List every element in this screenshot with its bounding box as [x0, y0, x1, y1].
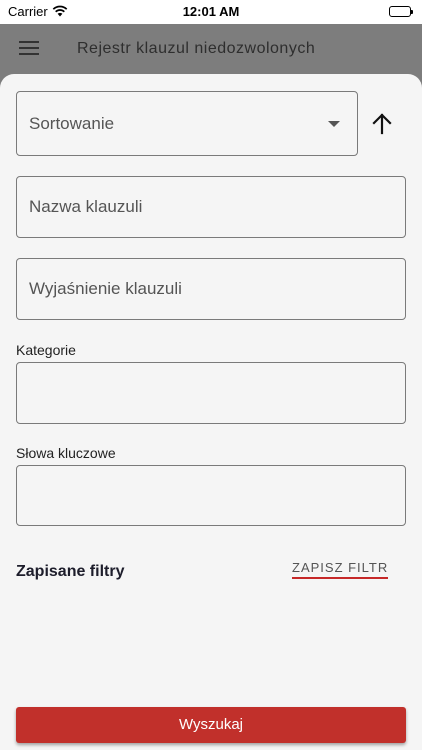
keywords-label: Słowa kluczowe: [16, 445, 116, 461]
hamburger-menu-icon[interactable]: [19, 41, 39, 56]
categories-label: Kategorie: [16, 342, 76, 358]
app-bar: Rejestr klauzul niedozwolonych: [0, 24, 422, 74]
search-button[interactable]: Wyszukaj: [16, 707, 406, 743]
clause-name-placeholder: Nazwa klauzuli: [29, 197, 143, 216]
keywords-input[interactable]: [16, 465, 406, 526]
clause-name-input[interactable]: Nazwa klauzuli: [16, 176, 406, 238]
clause-explanation-input[interactable]: Wyjaśnienie klauzuli: [16, 258, 406, 320]
categories-input[interactable]: [16, 362, 406, 424]
save-filter-button[interactable]: ZAPISZ FILTR: [292, 560, 389, 579]
app-title: Rejestr klauzul niedozwolonych: [77, 40, 316, 57]
battery-icon: [389, 6, 413, 17]
status-bar: Carrier 12:01 AM: [0, 0, 422, 24]
caret-down-icon: [328, 121, 340, 127]
sort-dropdown[interactable]: Sortowanie: [16, 91, 358, 156]
saved-filters-title: Zapisane filtry: [16, 563, 125, 580]
arrow-up-icon[interactable]: [368, 110, 396, 138]
clause-explanation-placeholder: Wyjaśnienie klauzuli: [29, 279, 182, 298]
filter-sheet: Sortowanie Nazwa klauzuli Wyjaśnienie kl…: [0, 74, 422, 750]
sort-dropdown-placeholder: Sortowanie: [29, 113, 115, 133]
clock: 12:01 AM: [182, 4, 240, 19]
